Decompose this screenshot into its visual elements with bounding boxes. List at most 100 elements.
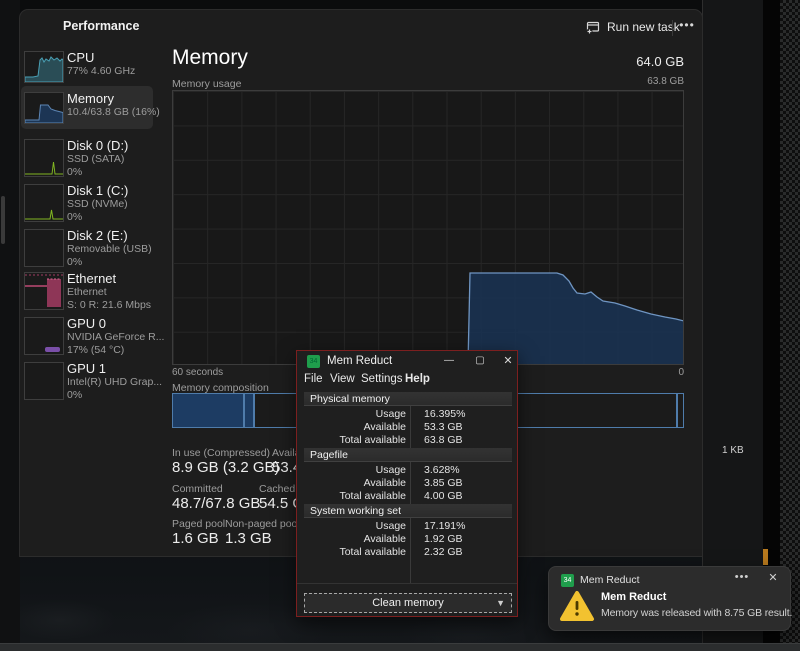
notification-message: Memory was released with 8.75 GB result.: [601, 607, 787, 619]
sidebar-gpu1-type: Intel(R) UHD Grap...: [67, 376, 162, 389]
row-physical-total: Total available 63.8 GB: [304, 434, 512, 447]
background-window-strip: 1 KB: [702, 0, 763, 643]
notification-more-button[interactable]: •••: [731, 571, 753, 587]
background-scrollbar[interactable]: [1, 196, 5, 244]
menu-file[interactable]: File: [304, 373, 323, 385]
memreduct-window-title: Mem Reduct: [327, 355, 392, 367]
x-axis-right-label: 0: [560, 367, 684, 378]
gpu0-graph-thumbnail: [24, 317, 64, 355]
sidebar-memory-label: Memory: [67, 91, 160, 106]
sidebar-item-cpu[interactable]: CPU 77% 4.60 GHz: [22, 50, 168, 88]
clean-memory-button[interactable]: Clean memory ▼: [304, 593, 512, 613]
row-label: Available: [304, 533, 415, 546]
sidebar-disk2-type: Removable (USB): [67, 243, 152, 256]
menu-settings[interactable]: Settings: [361, 373, 403, 385]
memory-usage-chart-svg: [173, 91, 683, 364]
row-label: Available: [304, 421, 415, 434]
sidebar-item-disk0[interactable]: Disk 0 (D:) SSD (SATA) 0%: [22, 138, 168, 182]
row-value: 4.00 GB: [415, 490, 463, 503]
row-value: 63.8 GB: [415, 434, 463, 447]
row-label: Usage: [304, 520, 415, 533]
menu-view[interactable]: View: [330, 373, 355, 385]
sidebar-cpu-label: CPU: [67, 50, 135, 65]
sidebar-item-memory[interactable]: Memory 10.4/63.8 GB (16%): [22, 91, 168, 129]
sidebar-disk2-stats: 0%: [67, 256, 152, 269]
sidebar-disk0-label: Disk 0 (D:): [67, 138, 128, 153]
disk2-graph-thumbnail: [24, 229, 64, 267]
memory-total-label: 64.0 GB: [560, 54, 684, 69]
clean-memory-dropdown-caret[interactable]: ▼: [496, 598, 505, 608]
row-label: Total available: [304, 490, 415, 503]
row-value: 53.3 GB: [415, 421, 463, 434]
notification-app-icon: 34: [561, 574, 574, 587]
stat-paged-pool-value: 1.6 GB: [172, 530, 219, 547]
sidebar-gpu1-label: GPU 1: [67, 361, 162, 376]
run-new-task-label: Run new task: [607, 20, 680, 34]
close-button[interactable]: ✕: [497, 352, 519, 369]
row-value: 3.628%: [415, 464, 460, 477]
row-pagefile-available: Available 3.85 GB: [304, 477, 512, 490]
stat-committed-value: 48.7/67.8 GB: [172, 495, 260, 512]
sidebar-disk1-label: Disk 1 (C:): [67, 183, 128, 198]
maximize-button[interactable]: ▢: [469, 352, 491, 369]
row-sws-total: Total available 2.32 GB: [304, 546, 512, 559]
sidebar-gpu0-label: GPU 0: [67, 316, 164, 331]
stat-cached-label: Cached: [259, 483, 295, 495]
sidebar-ethernet-label: Ethernet: [67, 271, 151, 286]
x-axis-left-label: 60 seconds: [172, 367, 223, 378]
sidebar-disk1-stats: 0%: [67, 211, 128, 224]
section-physical-memory: Physical memory: [304, 392, 512, 406]
run-new-task-icon: [586, 20, 600, 34]
row-value: 17.191%: [415, 520, 465, 533]
sidebar-disk0-type: SSD (SATA): [67, 153, 128, 166]
stat-committed-label: Committed: [172, 483, 223, 495]
sidebar-item-gpu1[interactable]: GPU 1 Intel(R) UHD Grap... 0%: [22, 361, 168, 405]
sidebar-item-disk1[interactable]: Disk 1 (C:) SSD (NVMe) 0%: [22, 183, 168, 227]
sidebar-ethernet-type: Ethernet: [67, 286, 151, 299]
stat-non-paged-pool-value: 1.3 GB: [225, 530, 272, 547]
memreduct-window: 34 Mem Reduct — ▢ ✕ File View Settings H…: [296, 350, 518, 617]
row-label: Total available: [304, 434, 415, 447]
desktop-left-strip: [0, 0, 20, 643]
row-physical-available: Available 53.3 GB: [304, 421, 512, 434]
row-value: 16.395%: [415, 408, 465, 421]
notification-toast[interactable]: 34 Mem Reduct ••• ✕ Mem Reduct Memory wa…: [548, 566, 791, 631]
disk0-graph-thumbnail: [24, 139, 64, 177]
sidebar-item-ethernet[interactable]: Ethernet Ethernet S: 0 R: 21.6 Mbps: [22, 271, 168, 315]
row-sws-usage: Usage 17.191%: [304, 520, 512, 533]
sidebar-disk0-stats: 0%: [67, 166, 128, 179]
more-options-button[interactable]: •••: [678, 14, 696, 36]
header-divider: [672, 20, 673, 36]
row-value: 3.85 GB: [415, 477, 463, 490]
sidebar-cpu-stats: 77% 4.60 GHz: [67, 65, 135, 78]
memory-graph-max-label: 63.8 GB: [560, 76, 684, 87]
ethernet-graph-thumbnail: [24, 272, 64, 310]
row-pagefile-usage: Usage 3.628%: [304, 464, 512, 477]
taskbar[interactable]: [0, 643, 800, 651]
sidebar-gpu1-stats: 0%: [67, 389, 162, 402]
stat-paged-pool-label: Paged pool: [172, 518, 225, 530]
memory-graph-thumbnail: [24, 92, 64, 124]
memreduct-app-icon: 34: [307, 355, 320, 368]
row-label: Available: [304, 477, 415, 490]
row-value: 1.92 GB: [415, 533, 463, 546]
composition-divider: [253, 394, 255, 427]
clean-memory-label: Clean memory: [372, 597, 444, 609]
memory-page-title: Memory: [172, 46, 248, 70]
minimize-button[interactable]: —: [438, 352, 460, 369]
graph-scale-label: 1 KB: [722, 445, 744, 456]
sidebar-item-gpu0[interactable]: GPU 0 NVIDIA GeForce R... 17% (54 °C): [22, 316, 168, 360]
sidebar-memory-stats: 10.4/63.8 GB (16%): [67, 106, 160, 119]
desktop-edge-shadow: [762, 0, 780, 643]
notification-close-button[interactable]: ✕: [763, 571, 783, 587]
row-label: Usage: [304, 408, 415, 421]
memory-usage-chart: [172, 90, 684, 365]
sidebar-item-disk2[interactable]: Disk 2 (E:) Removable (USB) 0%: [22, 228, 168, 272]
composition-modified-segment: [245, 394, 253, 427]
sidebar-gpu0-type: NVIDIA GeForce R...: [67, 331, 164, 344]
sidebar-disk2-label: Disk 2 (E:): [67, 228, 152, 243]
sidebar-ethernet-stats: S: 0 R: 21.6 Mbps: [67, 299, 151, 312]
desktop: 1 KB Performance Run new task ••• CPU: [0, 0, 800, 651]
composition-in-use-segment: [173, 394, 243, 427]
menu-help[interactable]: Help: [405, 373, 430, 385]
